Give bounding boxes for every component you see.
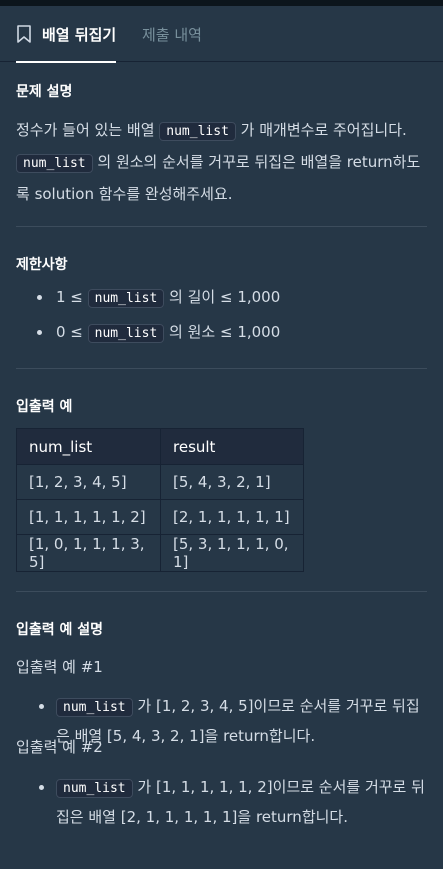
code-num-list: num_list (56, 698, 133, 717)
example-2-title: 입출력 예 #2 (16, 738, 103, 756)
code-num-list: num_list (87, 324, 165, 343)
explanation-heading: 입출력 예 설명 (16, 622, 104, 638)
tab-submissions-label: 제출 내역 (142, 25, 202, 44)
code-num-list: num_list (16, 154, 93, 173)
table-header: num_list (16, 428, 161, 465)
list-item: num_list 가 [1, 1, 1, 1, 1, 2]이므로 순서를 거꾸로… (16, 773, 427, 832)
constraints-heading: 제한사항 (16, 257, 68, 273)
description-text-part: 가 매개변수로 주어집니다. (235, 121, 407, 139)
table-row: [1, 1, 1, 1, 1, 2] [2, 1, 1, 1, 1, 1] (16, 499, 304, 535)
table-cell: [2, 1, 1, 1, 1, 1] (160, 499, 304, 535)
bookmark-icon[interactable] (16, 25, 32, 43)
table-cell: [1, 0, 1, 1, 1, 3, 5] (16, 534, 161, 572)
list-item: 0 ≤ num_list 의 원소 ≤ 1,000 (16, 317, 427, 349)
table-cell: [5, 4, 3, 2, 1] (160, 464, 304, 500)
divider (16, 368, 427, 369)
table-row: [1, 0, 1, 1, 1, 3, 5] [5, 3, 1, 1, 1, 0,… (16, 534, 304, 572)
example-1-title: 입출력 예 #1 (16, 658, 103, 676)
tab-submissions[interactable]: 제출 내역 (142, 6, 202, 62)
constraint-text: 1 ≤ (56, 288, 88, 306)
constraint-text: 의 원소 ≤ 1,000 (164, 323, 281, 341)
constraints-list: 1 ≤ num_list 의 길이 ≤ 1,000 0 ≤ num_list 의… (16, 282, 427, 349)
tab-problem-label: 배열 뒤집기 (42, 25, 117, 44)
table-header-row: num_list result (16, 428, 304, 465)
examples-heading: 입출력 예 (16, 399, 73, 415)
code-num-list: num_list (159, 122, 236, 141)
constraint-text: 의 길이 ≤ 1,000 (164, 288, 281, 306)
tab-problem[interactable]: 배열 뒤집기 (16, 6, 117, 63)
table-header: result (160, 428, 304, 465)
description-heading: 문제 설명 (16, 84, 73, 100)
constraint-text: 0 ≤ (56, 323, 88, 341)
table-cell: [5, 3, 1, 1, 1, 0, 1] (160, 534, 304, 572)
code-num-list: num_list (56, 779, 133, 798)
tab-bar: 배열 뒤집기 제출 내역 (0, 6, 443, 63)
divider (16, 591, 427, 592)
divider (16, 226, 427, 227)
table-row: [1, 2, 3, 4, 5] [5, 4, 3, 2, 1] (16, 464, 304, 500)
code-num-list: num_list (87, 289, 165, 308)
description-text-part: 정수가 들어 있는 배열 (16, 121, 160, 139)
table-cell: [1, 1, 1, 1, 1, 2] (16, 499, 161, 535)
description-text: 정수가 들어 있는 배열 num_list 가 매개변수로 주어집니다. num… (16, 115, 427, 210)
examples-table: num_list result [1, 2, 3, 4, 5] [5, 4, 3… (16, 428, 304, 572)
table-cell: [1, 2, 3, 4, 5] (16, 464, 161, 500)
example-2-list: num_list 가 [1, 1, 1, 1, 1, 2]이므로 순서를 거꾸로… (16, 773, 427, 832)
list-item: 1 ≤ num_list 의 길이 ≤ 1,000 (16, 282, 427, 314)
